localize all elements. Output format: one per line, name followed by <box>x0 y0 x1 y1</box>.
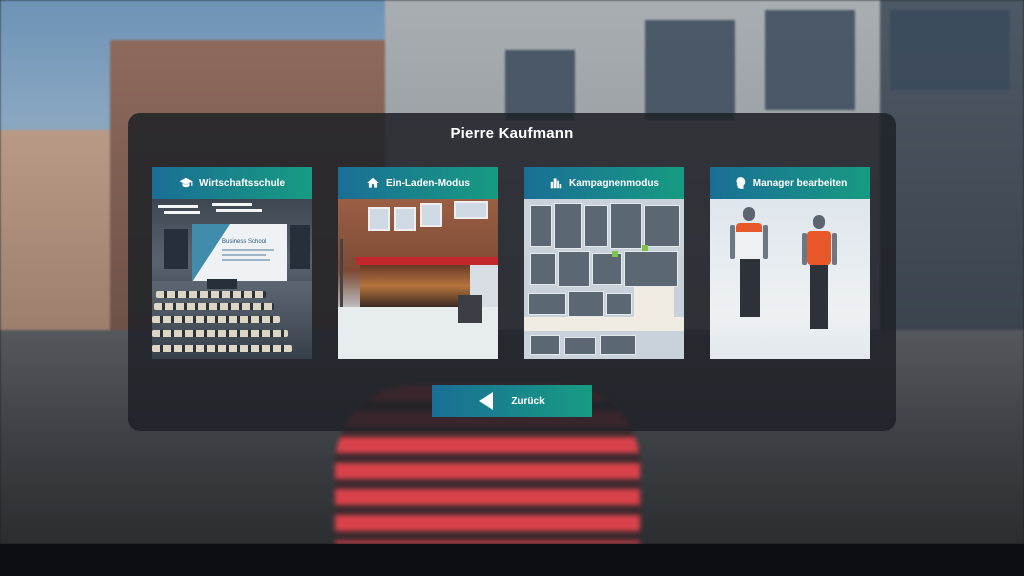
bottom-bar <box>0 544 1024 576</box>
card-business-school[interactable]: Wirtschaftsschule Business School <box>152 167 312 359</box>
card-label: Wirtschaftsschule <box>198 177 286 189</box>
building <box>880 0 1024 350</box>
city-icon <box>550 178 562 189</box>
home-icon <box>367 177 379 188</box>
card-edit-managers[interactable]: Manager bearbeiten <box>710 167 870 359</box>
player-name: Pierre Kaufmann <box>450 125 574 142</box>
back-button-label: Zurück <box>511 395 545 407</box>
card-single-store-mode[interactable]: Ein-Laden-Modus <box>338 167 498 359</box>
storefront-preview <box>338 199 498 359</box>
card-label: Manager bearbeiten <box>752 177 848 189</box>
back-button[interactable]: Zurück <box>432 385 592 417</box>
managers-preview <box>710 199 870 359</box>
card-header: Ein-Laden-Modus <box>338 167 498 199</box>
arrow-left-icon <box>479 392 494 410</box>
card-label: Ein-Laden-Modus <box>386 177 470 189</box>
screen-title: Business School <box>222 239 267 245</box>
lecture-hall-preview: Business School <box>152 199 312 359</box>
main-menu-panel: Pierre Kaufmann Wirtschaftsschule Busine… <box>128 113 896 431</box>
head-profile-icon <box>736 177 745 189</box>
graduation-cap-icon <box>179 177 193 188</box>
card-header: Kampagnenmodus <box>524 167 684 199</box>
building <box>0 130 115 330</box>
card-campaign-mode[interactable]: Kampagnenmodus <box>524 167 684 359</box>
card-header: Manager bearbeiten <box>710 167 870 199</box>
card-label: Kampagnenmodus <box>568 177 659 189</box>
card-header: Wirtschaftsschule <box>152 167 312 199</box>
office-map-preview <box>524 199 684 359</box>
